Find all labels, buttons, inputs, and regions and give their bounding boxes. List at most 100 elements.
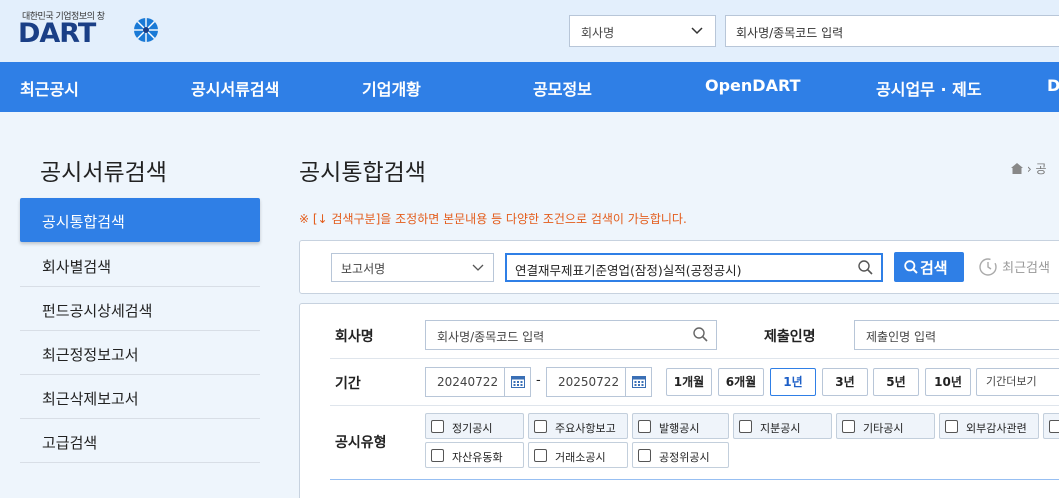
period-label: 기간 — [335, 376, 361, 392]
sidebar-item-advanced-search[interactable]: 고급검색 — [20, 419, 260, 463]
period-more-select[interactable]: 기간더보기 — [976, 368, 1059, 396]
search-notice: ※ [↓ 검색구분]을 조정하면 본문내용 등 다양한 조건으로 검색이 가능합… — [299, 212, 687, 226]
checkbox-label: 자산유동화 — [452, 451, 503, 464]
submitter-input[interactable]: 제출인명 입력 — [854, 320, 1059, 350]
checkbox-icon — [534, 420, 547, 433]
calendar-icon — [511, 376, 525, 388]
checkbox-icon — [739, 420, 752, 433]
nav-item-more[interactable]: D — [1047, 76, 1059, 95]
recent-search-label: 최근검색 — [1002, 261, 1050, 276]
company-input[interactable]: 회사명/종목코드 입력 — [425, 320, 717, 350]
sidebar-title: 공시서류검색 — [40, 160, 167, 186]
recent-search-toggle[interactable]: 최근검색 — [978, 257, 1050, 277]
search-button[interactable]: 검색 — [894, 252, 964, 282]
sidebar-item-company-search[interactable]: 회사별검색 — [20, 243, 260, 287]
period-3-year-button[interactable]: 3년 — [822, 368, 868, 396]
type-checkbox-equity[interactable]: 지분공시 — [733, 413, 832, 439]
date-to-value: 20250722 — [558, 375, 620, 389]
type-checkbox-asset-securitization[interactable]: 자산유동화 — [425, 442, 524, 468]
search-category-select[interactable]: 보고서명 — [331, 253, 494, 282]
logo-disc-icon — [134, 18, 158, 42]
disclosure-type-label: 공시유형 — [335, 435, 387, 451]
sidebar-item-label: 공시통합검색 — [42, 213, 125, 231]
search-category-value: 보고서명 — [341, 262, 386, 276]
header-search-type-value: 회사명 — [581, 26, 615, 40]
checkbox-icon — [638, 420, 651, 433]
calendar-button[interactable] — [504, 368, 530, 396]
calendar-icon — [632, 376, 646, 388]
sidebar-item-label: 회사별검색 — [42, 258, 112, 276]
chevron-down-icon — [691, 27, 703, 35]
report-name-search-input[interactable]: 연결재무제표기준영업(잠정)실적(공정공시) — [505, 253, 883, 282]
period-5-year-button[interactable]: 5년 — [873, 368, 919, 396]
checkbox-icon — [842, 420, 855, 433]
search-icon[interactable] — [858, 260, 873, 275]
type-checkbox-exchange[interactable]: 거래소공시 — [528, 442, 628, 468]
page-title: 공시통합검색 — [299, 160, 426, 186]
checkbox-label: 외부감사관련 — [966, 422, 1027, 435]
sidebar-item-recent-corrections[interactable]: 최근정정보고서 — [20, 331, 260, 375]
date-from-input[interactable]: 20240722 — [425, 367, 531, 397]
period-6-month-button[interactable]: 6개월 — [718, 368, 764, 396]
clock-icon — [979, 258, 997, 276]
main-nav: 최근공시 공시서류검색 기업개황 공모정보 OpenDART 공시업무 · 제도… — [0, 62, 1059, 112]
search-icon — [904, 260, 918, 274]
search-button-label: 검색 — [920, 259, 948, 277]
nav-item-recent[interactable]: 최근공시 — [20, 76, 79, 100]
company-label: 회사명 — [335, 329, 374, 345]
header-search-input[interactable]: 회사명/종목코드 입력 — [725, 15, 1059, 47]
sidebar-item-label: 최근삭제보고서 — [42, 390, 139, 408]
type-checkbox-ftc[interactable]: 공정위공시 — [632, 442, 729, 468]
logo-text[interactable]: DART — [18, 18, 96, 49]
nav-item-company-overview[interactable]: 기업개황 — [362, 76, 421, 100]
period-10-year-button[interactable]: 10년 — [925, 368, 971, 396]
checkbox-icon — [945, 420, 958, 433]
checkbox-label: 발행공시 — [659, 422, 700, 435]
header-search-type-select[interactable]: 회사명 — [569, 15, 716, 47]
type-checkbox-other[interactable]: 기타공시 — [836, 413, 935, 439]
row-divider — [330, 358, 1059, 359]
period-1-month-button[interactable]: 1개월 — [666, 368, 712, 396]
nav-item-disclosure-rules[interactable]: 공시업무 · 제도 — [876, 76, 982, 100]
checkbox-icon — [431, 449, 444, 462]
submitter-input-placeholder: 제출인명 입력 — [866, 330, 937, 344]
type-checkbox-partial[interactable] — [1043, 413, 1059, 439]
type-checkbox-issuance[interactable]: 발행공시 — [632, 413, 729, 439]
breadcrumb-item[interactable]: 공 — [1035, 162, 1046, 176]
checkbox-label: 정기공시 — [452, 422, 493, 435]
checkbox-icon — [1049, 420, 1059, 433]
sidebar-item-integrated-search[interactable]: 공시통합검색 — [20, 198, 260, 242]
type-checkbox-periodic[interactable]: 정기공시 — [425, 413, 524, 439]
type-checkbox-external-audit[interactable]: 외부감사관련 — [939, 413, 1039, 439]
date-separator: - — [536, 373, 541, 388]
sidebar-item-fund-search[interactable]: 펀드공시상세검색 — [20, 287, 260, 331]
checkbox-label: 주요사항보고 — [555, 422, 616, 435]
checkbox-icon — [534, 449, 547, 462]
checkbox-label: 지분공시 — [760, 422, 801, 435]
period-more-value: 기간더보기 — [986, 375, 1037, 388]
header-search-placeholder: 회사명/종목코드 입력 — [736, 26, 844, 40]
checkbox-label: 공정위공시 — [659, 451, 710, 464]
breadcrumb: › 공 — [1011, 160, 1047, 177]
checkbox-icon — [431, 420, 444, 433]
report-name-search-value: 연결재무제표기준영업(잠정)실적(공정공시) — [515, 263, 742, 278]
checkbox-label: 기타공시 — [863, 422, 904, 435]
sidebar-item-label: 펀드공시상세검색 — [42, 302, 153, 320]
nav-item-opendart[interactable]: OpenDART — [705, 76, 800, 95]
checkbox-icon — [638, 449, 651, 462]
date-from-value: 20240722 — [437, 375, 499, 389]
sidebar-item-recent-deletions[interactable]: 최근삭제보고서 — [20, 375, 260, 419]
nav-item-offering-info[interactable]: 공모정보 — [533, 76, 592, 100]
section-divider — [330, 479, 1059, 480]
nav-item-document-search[interactable]: 공시서류검색 — [191, 76, 279, 100]
row-divider — [330, 405, 1059, 406]
home-icon[interactable] — [1011, 163, 1023, 174]
type-checkbox-major-matters[interactable]: 주요사항보고 — [528, 413, 628, 439]
period-1-year-button[interactable]: 1년 — [770, 368, 816, 396]
sidebar-item-label: 고급검색 — [42, 434, 98, 452]
date-to-input[interactable]: 20250722 — [546, 367, 652, 397]
sidebar-item-label: 최근정정보고서 — [42, 346, 139, 364]
submitter-label: 제출인명 — [764, 329, 816, 345]
calendar-button[interactable] — [625, 368, 651, 396]
search-icon[interactable] — [693, 327, 708, 342]
